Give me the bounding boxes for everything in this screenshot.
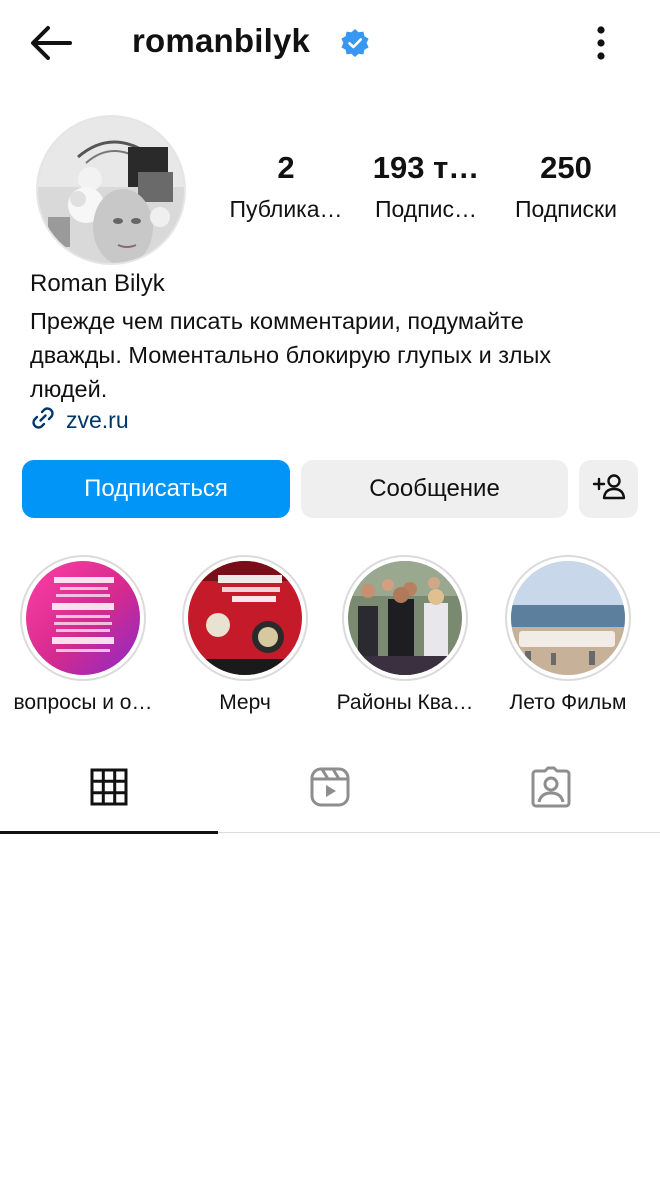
highlight-cover — [511, 561, 625, 675]
highlight-ring — [182, 555, 308, 681]
tab-reels[interactable] — [221, 745, 439, 833]
profile-avatar[interactable] — [36, 115, 186, 265]
story-highlight[interactable]: Мерч — [170, 555, 320, 715]
story-highlight[interactable]: Лето Фильм — [493, 555, 643, 715]
followers-count: 193 т… — [372, 150, 480, 185]
bio-line: Прежде чем писать комментарии, подумайте — [30, 308, 524, 334]
website-url: zve.ru — [66, 406, 129, 433]
reels-icon — [309, 766, 351, 813]
posts-label: Публика… — [229, 196, 343, 222]
story-highlight[interactable]: Районы Ква… — [330, 555, 480, 715]
profile-website-link[interactable]: zve.ru — [28, 404, 129, 436]
highlight-label: Лето Фильм — [509, 691, 627, 714]
message-button[interactable]: Сообщение — [301, 460, 568, 518]
highlight-cover — [188, 561, 302, 675]
highlight-ring — [20, 555, 146, 681]
posts-count: 2 — [277, 150, 295, 185]
back-arrow-icon[interactable] — [26, 20, 76, 66]
tagged-icon — [530, 766, 572, 813]
highlight-label: Мерч — [219, 691, 271, 714]
followers-label: Подпис… — [374, 196, 478, 222]
highlight-cover — [348, 561, 462, 675]
following-stat[interactable]: 250 Подписки — [496, 150, 636, 223]
posts-stat[interactable]: 2 Публика… — [216, 150, 356, 223]
more-options-icon[interactable] — [584, 22, 618, 64]
suggested-users-button[interactable] — [579, 460, 638, 518]
profile-bio: Прежде чем писать комментарии, подумайте… — [30, 304, 640, 406]
tab-tagged[interactable] — [442, 745, 660, 833]
add-user-icon — [591, 471, 627, 508]
highlight-cover — [26, 561, 140, 675]
verified-badge-icon — [340, 28, 370, 58]
highlight-ring — [505, 555, 631, 681]
link-icon — [28, 403, 58, 438]
profile-screen: romanbilyk 2 Публика… 193 т… Подпис… 250… — [0, 0, 660, 1200]
grid-icon — [89, 767, 129, 812]
highlight-label: вопросы и о… — [13, 691, 153, 714]
following-label: Подписки — [515, 196, 617, 222]
top-bar: romanbilyk — [0, 0, 660, 90]
bio-line: дважды. Моментально блокирую глупых и зл… — [30, 342, 552, 368]
highlight-label: Районы Ква… — [336, 691, 474, 714]
follow-button[interactable]: Подписаться — [22, 460, 290, 518]
profile-content-tabs — [0, 745, 660, 834]
story-highlight[interactable]: вопросы и о… — [8, 555, 158, 715]
bio-line: людей. — [30, 376, 108, 402]
profile-username: romanbilyk — [132, 22, 311, 59]
followers-stat[interactable]: 193 т… Подпис… — [356, 150, 496, 223]
profile-full-name: Roman Bilyk — [30, 270, 165, 297]
following-count: 250 — [540, 150, 592, 185]
highlight-ring — [342, 555, 468, 681]
tab-posts-grid[interactable] — [0, 745, 218, 834]
